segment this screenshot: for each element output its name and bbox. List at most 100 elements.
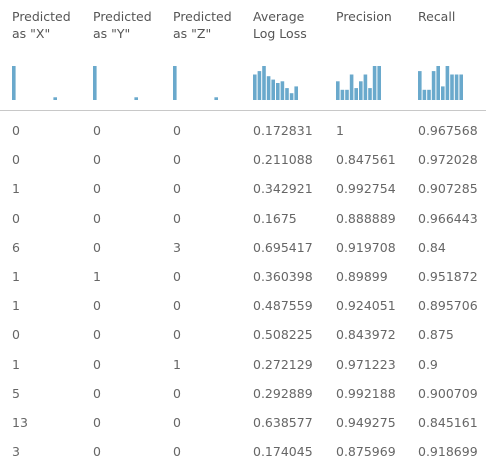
cell-avg-log-loss: 0.174045 [253, 444, 313, 460]
header-divider [0, 110, 486, 111]
histogram-bar [294, 86, 298, 100]
histogram-bar [173, 66, 177, 100]
cell-avg-log-loss: 0.487559 [253, 298, 313, 314]
cell-avg-log-loss: 0.360398 [253, 269, 313, 284]
cell-precision: 0.992188 [336, 385, 396, 401]
cell-pred-z: 0 [173, 269, 181, 284]
histogram-bar [134, 97, 138, 100]
column-header-pred-z[interactable]: Predicted as "Z" [173, 8, 232, 42]
cell-avg-log-loss: 0.508225 [253, 327, 313, 343]
cell-pred-x: 13 [12, 415, 28, 430]
cell-pred-x: 0 [12, 152, 20, 168]
histogram-avg-log-loss [253, 64, 299, 104]
histogram-pred-x [12, 64, 58, 104]
cell-pred-z: 0 [173, 444, 181, 460]
histogram-bar [12, 66, 16, 100]
histogram-bar [450, 74, 454, 100]
cell-recall: 0.84 [418, 239, 446, 255]
cell-pred-y: 0 [93, 327, 101, 343]
cell-recall: 0.967568 [418, 123, 478, 138]
cell-pred-z: 0 [173, 298, 181, 314]
cell-pred-y: 1 [93, 269, 101, 284]
cell-pred-x: 3 [12, 444, 20, 460]
table-row: 0 0 0 0.211088 0.847561 0.972028 [0, 145, 486, 174]
cell-pred-x: 6 [12, 239, 20, 255]
table-row: 13 0 0 0.638577 0.949275 0.845161 [0, 408, 486, 437]
cell-avg-log-loss: 0.1675 [253, 210, 297, 226]
table-row: 6 0 3 0.695417 0.919708 0.84 [0, 233, 486, 262]
histogram-precision [336, 64, 382, 104]
cell-pred-z: 0 [173, 152, 181, 168]
cell-pred-z: 0 [173, 415, 181, 430]
histogram-bar [266, 76, 271, 100]
cell-pred-z: 1 [173, 356, 181, 372]
table-header: Predicted as "X" Predicted as "Y" Predicte… [0, 0, 486, 60]
histogram-bar [427, 89, 431, 100]
table-row: 0 0 0 0.508225 0.843972 0.875 [0, 320, 486, 349]
table-row: 3 0 0 0.174045 0.875969 0.918699 [0, 437, 486, 466]
cell-avg-log-loss: 0.342921 [253, 181, 313, 197]
histogram-bar [431, 71, 436, 100]
column-header-pred-x[interactable]: Predicted as "X" [12, 8, 71, 42]
cell-pred-y: 0 [93, 152, 101, 168]
histogram-bar [372, 66, 377, 100]
table-row: 1 1 0 0.360398 0.89899 0.951872 [0, 262, 486, 291]
cell-recall: 0.951872 [418, 269, 478, 284]
cell-avg-log-loss: 0.695417 [253, 239, 313, 255]
cell-recall: 0.918699 [418, 444, 478, 460]
histogram-bar [93, 66, 97, 100]
histogram-bar [445, 66, 450, 100]
cell-pred-x: 1 [12, 298, 20, 314]
cell-pred-z: 0 [173, 327, 181, 343]
cell-pred-x: 1 [12, 181, 20, 197]
cell-pred-z: 0 [173, 210, 181, 226]
histogram-bar [363, 74, 368, 100]
histogram-row [0, 64, 486, 104]
cell-pred-y: 0 [93, 210, 101, 226]
cell-recall: 0.875 [418, 327, 454, 343]
histogram-bar [53, 97, 57, 100]
cell-pred-y: 0 [93, 181, 101, 197]
histogram-bar [214, 97, 218, 100]
cell-pred-z: 0 [173, 181, 181, 197]
cell-precision: 0.924051 [336, 298, 396, 314]
cell-avg-log-loss: 0.211088 [253, 152, 313, 168]
cell-pred-y: 0 [93, 239, 101, 255]
column-header-recall[interactable]: Recall [418, 8, 455, 25]
cell-pred-x: 5 [12, 385, 20, 401]
column-header-precision[interactable]: Precision [336, 8, 392, 25]
histogram-bar [271, 79, 275, 100]
histogram-bar [345, 89, 349, 100]
histogram-bar [441, 86, 445, 100]
histogram-bar [289, 93, 294, 100]
cell-pred-z: 3 [173, 239, 181, 255]
cell-precision: 0.971223 [336, 356, 396, 372]
table-row: 1 0 1 0.272129 0.971223 0.9 [0, 350, 486, 379]
cell-pred-x: 1 [12, 356, 20, 372]
cell-pred-x: 1 [12, 269, 20, 284]
cell-pred-z: 0 [173, 123, 181, 138]
cell-recall: 0.895706 [418, 298, 478, 314]
histogram-bar [422, 89, 427, 100]
histogram-bar [253, 74, 257, 100]
cell-pred-x: 0 [12, 327, 20, 343]
cell-pred-z: 0 [173, 385, 181, 401]
histogram-bar [368, 88, 372, 100]
cell-precision: 0.847561 [336, 152, 396, 168]
histogram-pred-z [173, 64, 219, 104]
histogram-recall [418, 64, 464, 104]
cell-precision: 0.843972 [336, 327, 396, 343]
cell-recall: 0.966443 [418, 210, 478, 226]
cell-recall: 0.845161 [418, 415, 478, 430]
cell-recall: 0.900709 [418, 385, 478, 401]
cell-precision: 1 [336, 123, 344, 138]
column-header-pred-y[interactable]: Predicted as "Y" [93, 8, 152, 42]
histogram-bar [436, 66, 440, 100]
cell-pred-y: 0 [93, 385, 101, 401]
cell-recall: 0.907285 [418, 181, 478, 197]
cell-avg-log-loss: 0.272129 [253, 356, 313, 372]
histogram-bar [280, 81, 285, 100]
histogram-bar [418, 71, 422, 100]
column-header-avg-log-loss[interactable]: Average Log Loss [253, 8, 307, 42]
table-row: 0 0 0 0.1675 0.888889 0.966443 [0, 204, 486, 233]
